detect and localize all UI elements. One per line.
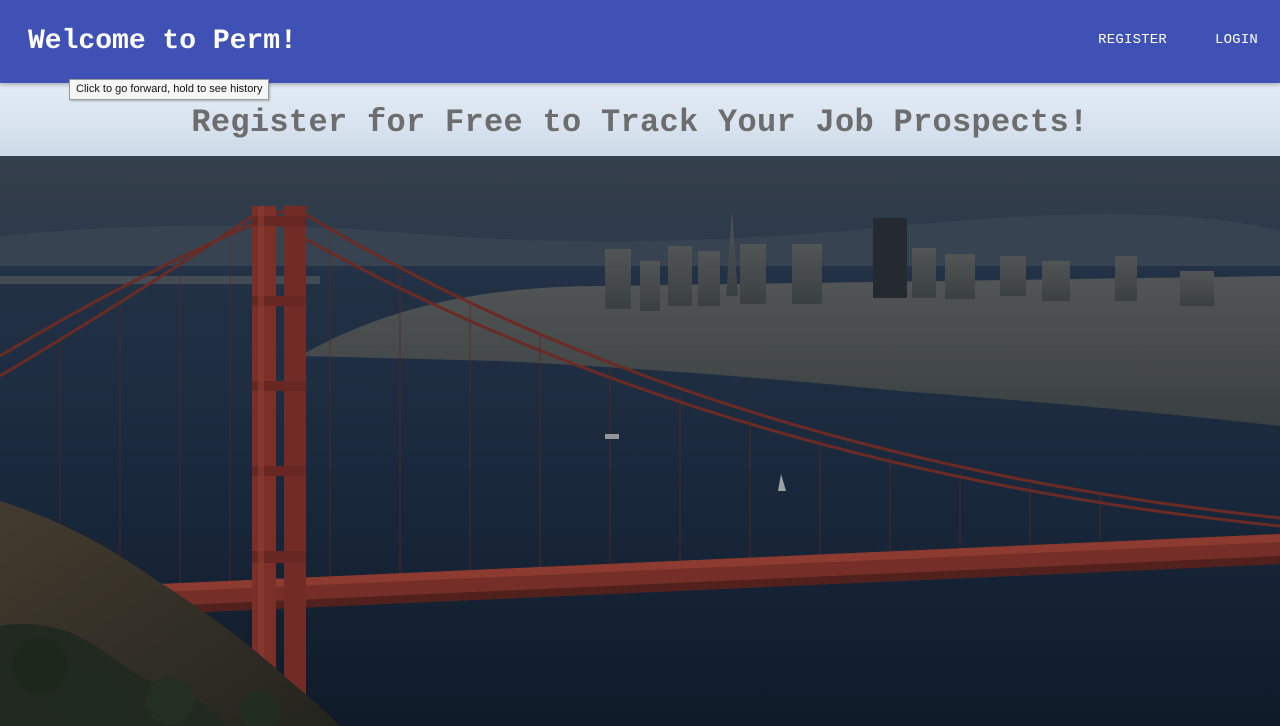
golden-gate-photo xyxy=(0,156,1280,726)
browser-tooltip: Click to go forward, hold to see history xyxy=(69,79,270,100)
brand-title[interactable]: Welcome to Perm! xyxy=(28,25,297,59)
register-link[interactable]: REGISTER xyxy=(1098,31,1167,49)
login-link[interactable]: LOGIN xyxy=(1215,31,1258,49)
nav-links: REGISTER LOGIN xyxy=(1098,31,1258,49)
hero-background-image xyxy=(0,156,1280,726)
page: Welcome to Perm! REGISTER LOGIN Click to… xyxy=(0,0,1280,726)
top-navbar: Welcome to Perm! REGISTER LOGIN xyxy=(0,0,1280,83)
hero-headline: Register for Free to Track Your Job Pros… xyxy=(191,104,1089,141)
